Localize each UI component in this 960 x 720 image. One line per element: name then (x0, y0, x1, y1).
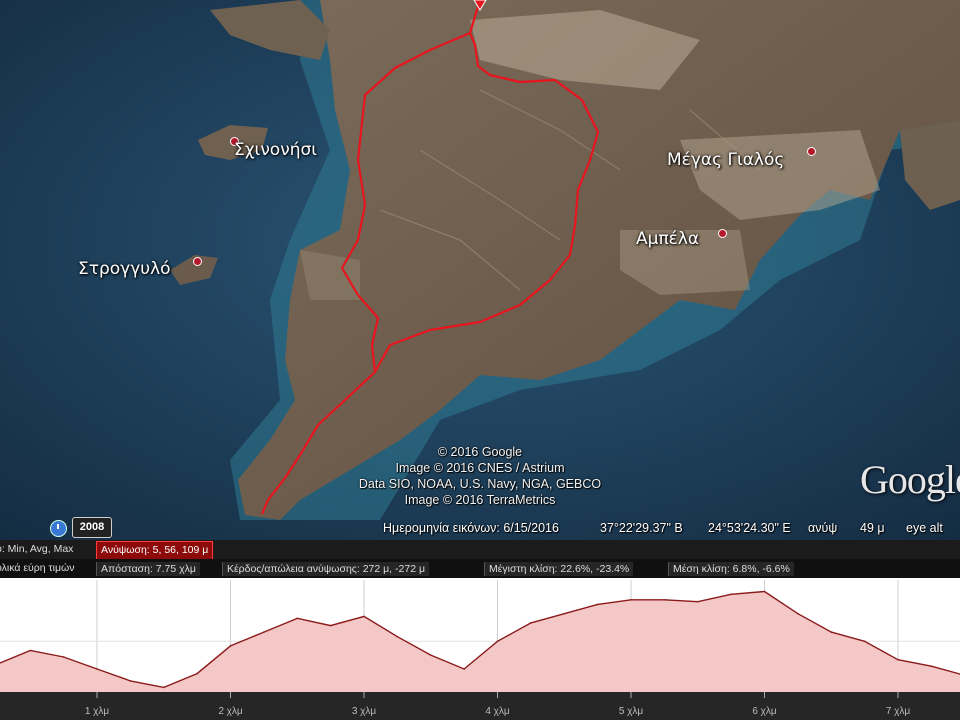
latitude-readout: 37°22'29.37" Β (600, 521, 683, 535)
map-view[interactable]: Σχινονήσι Στρογγυλό Μέγας Γιαλός Αμπέλα … (0, 0, 960, 540)
profile-tick-label: 2 χλμ (218, 706, 243, 717)
profile-point (196, 672, 198, 675)
profile-tick-label: 7 χλμ (886, 706, 911, 717)
place-label-strongylo[interactable]: Στρογγυλό (78, 259, 171, 279)
profile-tick-label: 4 χλμ (485, 706, 510, 717)
profile-point (229, 645, 232, 647)
profile-point (496, 640, 499, 643)
profile-point (730, 593, 732, 596)
eye-alt-label: eye alt (906, 521, 943, 535)
elevation-stats-row: ό: Min, Avg, Max Ανύψωση: 5, 56, 109 μ (0, 540, 960, 560)
place-marker-icon[interactable] (807, 147, 816, 156)
profile-point (630, 599, 632, 601)
profile-point (263, 631, 265, 633)
profile-point (296, 617, 299, 620)
profile-point (396, 635, 399, 638)
attribution-line: © 2016 Google (437, 445, 523, 459)
profile-point (830, 631, 833, 633)
profile-point (62, 656, 65, 658)
profile-point (96, 668, 98, 670)
profile-point (763, 590, 766, 593)
profile-point (663, 599, 666, 601)
profile-point (863, 640, 866, 643)
imagery-attribution: © 2016 Google Image © 2016 CNES / Astriu… (320, 444, 640, 508)
altitude-value: 49 μ (860, 521, 885, 535)
profile-tick-label: 3 χλμ (352, 706, 377, 717)
place-label-ampela[interactable]: Αμπέλα (636, 229, 699, 249)
profile-point (563, 612, 566, 615)
profile-point (129, 680, 132, 682)
place-label-schinonisi[interactable]: Σχινονήσι (234, 140, 317, 160)
profile-point (162, 686, 165, 689)
profile-point (29, 649, 32, 652)
range-label: ολικά εύρη τιμών (0, 562, 75, 574)
profile-tick-label: 5 χλμ (619, 706, 644, 717)
imagery-date: Ημερομηνία εικόνων: 6/15/2016 (383, 521, 559, 535)
profile-point (696, 600, 699, 603)
max-slope-stat[interactable]: Μέγιστη κλίση: 22.6%, -23.4% (484, 562, 634, 576)
distance-stat[interactable]: Απόσταση: 7.75 χλμ (96, 562, 200, 576)
altitude-label: ανύψ (808, 521, 838, 535)
stats-label: ό: Min, Avg, Max (0, 543, 74, 555)
profile-point (363, 615, 365, 618)
longitude-readout: 24°53'24.30" Ε (708, 521, 791, 535)
profile-axis-bar (0, 692, 960, 720)
attribution-line: Image © 2016 CNES / Astrium (395, 461, 565, 475)
attribution-line: Data SIO, NOAA, U.S. Navy, NGA, GEBCO (358, 477, 602, 491)
elevation-stat-highlight[interactable]: Ανύψωση: 5, 56, 109 μ (96, 541, 214, 560)
profile-point (797, 612, 799, 615)
profile-point (329, 624, 332, 627)
profile-tick-label: 6 χλμ (752, 706, 777, 717)
attribution-line: Image © 2016 TerraMetrics (404, 493, 556, 507)
profile-point (596, 603, 599, 606)
profile-point (429, 654, 432, 656)
google-logo: Google (860, 457, 960, 502)
gain-loss-stat[interactable]: Κέρδος/απώλεια ανύψωσης: 272 μ, -272 μ (222, 562, 429, 576)
place-marker-icon[interactable] (718, 229, 727, 238)
avg-slope-stat[interactable]: Μέση κλίση: 6.8%, -6.6% (668, 562, 794, 576)
profile-stats-row: ολικά εύρη τιμών Απόσταση: 7.75 χλμ Κέρδ… (0, 559, 960, 578)
place-marker-icon[interactable] (193, 257, 202, 266)
elevation-profile-chart[interactable]: 1 χλμ2 χλμ3 χλμ4 χλμ5 χλμ6 χλμ7 χλμ7 (0, 580, 960, 720)
profile-tick-label: 1 χλμ (85, 706, 110, 717)
place-label-megas-gialos[interactable]: Μέγας Γιαλός (667, 150, 784, 170)
profile-point (930, 665, 933, 667)
status-bar: Ημερομηνία εικόνων: 6/15/2016 37°22'29.3… (0, 516, 960, 540)
profile-point (463, 668, 465, 670)
profile-point (897, 658, 899, 661)
profile-point (530, 622, 532, 624)
